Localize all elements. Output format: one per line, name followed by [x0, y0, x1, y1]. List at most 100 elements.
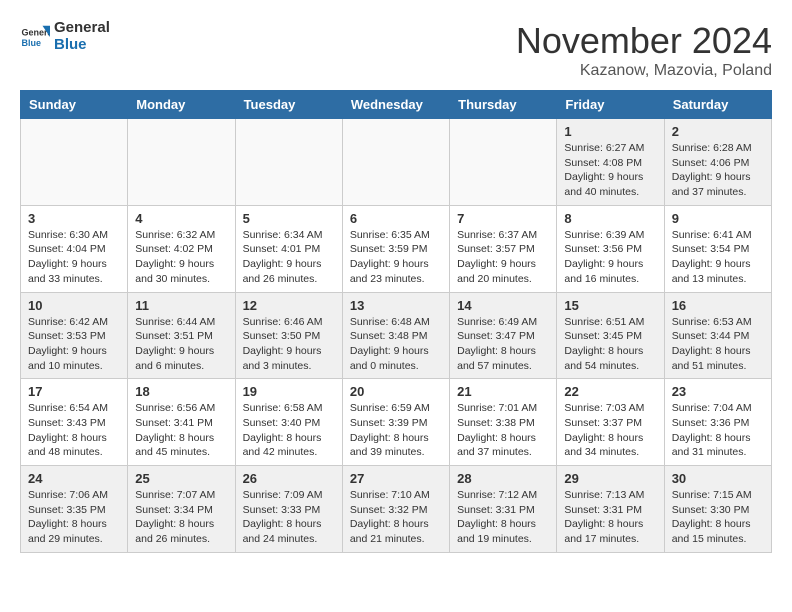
- calendar-cell: 20 Sunrise: 6:59 AM Sunset: 3:39 PM Dayli…: [342, 379, 449, 466]
- calendar-cell: 21 Sunrise: 7:01 AM Sunset: 3:38 PM Dayli…: [450, 379, 557, 466]
- calendar-cell: 22 Sunrise: 7:03 AM Sunset: 3:37 PM Dayli…: [557, 379, 664, 466]
- day-info: Sunrise: 6:49 AM Sunset: 3:47 PM Dayligh…: [457, 315, 549, 374]
- day-info: Sunrise: 6:39 AM Sunset: 3:56 PM Dayligh…: [564, 228, 656, 287]
- weekday-header: Tuesday: [235, 91, 342, 119]
- calendar-cell: 16 Sunrise: 6:53 AM Sunset: 3:44 PM Dayli…: [664, 292, 771, 379]
- calendar-cell: 11Sunrise: 6:44 AM Sunset: 3:51 PM Dayli…: [128, 292, 235, 379]
- day-info: Sunrise: 6:56 AM Sunset: 3:41 PM Dayligh…: [135, 401, 227, 460]
- day-number: 13: [350, 298, 442, 313]
- calendar-week-row: 24 Sunrise: 7:06 AM Sunset: 3:35 PM Dayli…: [21, 466, 772, 553]
- day-info: Sunrise: 6:27 AM Sunset: 4:08 PM Dayligh…: [564, 141, 656, 200]
- day-number: 9: [672, 211, 764, 226]
- calendar-week-row: 17Sunrise: 6:54 AM Sunset: 3:43 PM Dayli…: [21, 379, 772, 466]
- calendar-cell: 18 Sunrise: 6:56 AM Sunset: 3:41 PM Dayli…: [128, 379, 235, 466]
- day-number: 5: [243, 211, 335, 226]
- calendar-cell: [342, 119, 449, 206]
- day-number: 15: [564, 298, 656, 313]
- day-info: Sunrise: 7:15 AM Sunset: 3:30 PM Dayligh…: [672, 488, 764, 547]
- day-info: Sunrise: 6:42 AM Sunset: 3:53 PM Dayligh…: [28, 315, 120, 374]
- day-number: 2: [672, 124, 764, 139]
- title-block: November 2024 Kazanow, Mazovia, Poland: [516, 20, 772, 80]
- day-number: 23: [672, 384, 764, 399]
- weekday-header: Monday: [128, 91, 235, 119]
- day-number: 12: [243, 298, 335, 313]
- day-number: 16: [672, 298, 764, 313]
- day-number: 7: [457, 211, 549, 226]
- day-number: 19: [243, 384, 335, 399]
- day-info: Sunrise: 6:46 AM Sunset: 3:50 PM Dayligh…: [243, 315, 335, 374]
- calendar-cell: 30Sunrise: 7:15 AM Sunset: 3:30 PM Dayli…: [664, 466, 771, 553]
- page-header: General Blue General Blue November 2024 …: [20, 20, 772, 80]
- calendar-cell: 3 Sunrise: 6:30 AM Sunset: 4:04 PM Daylig…: [21, 205, 128, 292]
- day-number: 17: [28, 384, 120, 399]
- calendar-cell: 29 Sunrise: 7:13 AM Sunset: 3:31 PM Dayli…: [557, 466, 664, 553]
- calendar-cell: 27Sunrise: 7:10 AM Sunset: 3:32 PM Dayli…: [342, 466, 449, 553]
- day-info: Sunrise: 7:13 AM Sunset: 3:31 PM Dayligh…: [564, 488, 656, 547]
- day-info: Sunrise: 7:07 AM Sunset: 3:34 PM Dayligh…: [135, 488, 227, 547]
- calendar-cell: 12 Sunrise: 6:46 AM Sunset: 3:50 PM Dayli…: [235, 292, 342, 379]
- day-number: 20: [350, 384, 442, 399]
- day-info: Sunrise: 6:37 AM Sunset: 3:57 PM Dayligh…: [457, 228, 549, 287]
- day-info: Sunrise: 6:34 AM Sunset: 4:01 PM Dayligh…: [243, 228, 335, 287]
- day-info: Sunrise: 6:28 AM Sunset: 4:06 PM Dayligh…: [672, 141, 764, 200]
- calendar-cell: 9 Sunrise: 6:41 AM Sunset: 3:54 PM Daylig…: [664, 205, 771, 292]
- svg-text:Blue: Blue: [22, 38, 42, 48]
- calendar-cell: [450, 119, 557, 206]
- day-info: Sunrise: 6:59 AM Sunset: 3:39 PM Dayligh…: [350, 401, 442, 460]
- calendar-cell: 10Sunrise: 6:42 AM Sunset: 3:53 PM Dayli…: [21, 292, 128, 379]
- calendar-cell: [235, 119, 342, 206]
- logo: General Blue General Blue: [20, 20, 110, 53]
- day-number: 18: [135, 384, 227, 399]
- calendar-cell: 14 Sunrise: 6:49 AM Sunset: 3:47 PM Dayli…: [450, 292, 557, 379]
- logo-icon: General Blue: [20, 22, 50, 52]
- calendar-cell: 8 Sunrise: 6:39 AM Sunset: 3:56 PM Daylig…: [557, 205, 664, 292]
- day-info: Sunrise: 6:30 AM Sunset: 4:04 PM Dayligh…: [28, 228, 120, 287]
- calendar-cell: 1 Sunrise: 6:27 AM Sunset: 4:08 PM Daylig…: [557, 119, 664, 206]
- month-title: November 2024: [516, 20, 772, 62]
- calendar-cell: 26 Sunrise: 7:09 AM Sunset: 3:33 PM Dayli…: [235, 466, 342, 553]
- weekday-header: Sunday: [21, 91, 128, 119]
- day-info: Sunrise: 7:09 AM Sunset: 3:33 PM Dayligh…: [243, 488, 335, 547]
- calendar-cell: 24 Sunrise: 7:06 AM Sunset: 3:35 PM Dayli…: [21, 466, 128, 553]
- calendar-cell: 25 Sunrise: 7:07 AM Sunset: 3:34 PM Dayli…: [128, 466, 235, 553]
- day-number: 25: [135, 471, 227, 486]
- day-info: Sunrise: 6:58 AM Sunset: 3:40 PM Dayligh…: [243, 401, 335, 460]
- day-number: 14: [457, 298, 549, 313]
- calendar-week-row: 1 Sunrise: 6:27 AM Sunset: 4:08 PM Daylig…: [21, 119, 772, 206]
- day-number: 24: [28, 471, 120, 486]
- day-number: 28: [457, 471, 549, 486]
- day-info: Sunrise: 7:10 AM Sunset: 3:32 PM Dayligh…: [350, 488, 442, 547]
- day-number: 21: [457, 384, 549, 399]
- day-number: 3: [28, 211, 120, 226]
- weekday-header: Friday: [557, 91, 664, 119]
- location-subtitle: Kazanow, Mazovia, Poland: [516, 62, 772, 80]
- day-info: Sunrise: 6:41 AM Sunset: 3:54 PM Dayligh…: [672, 228, 764, 287]
- calendar-cell: [128, 119, 235, 206]
- day-info: Sunrise: 6:32 AM Sunset: 4:02 PM Dayligh…: [135, 228, 227, 287]
- day-number: 6: [350, 211, 442, 226]
- calendar-table: SundayMondayTuesdayWednesdayThursdayFrid…: [20, 90, 772, 553]
- day-number: 29: [564, 471, 656, 486]
- day-info: Sunrise: 7:03 AM Sunset: 3:37 PM Dayligh…: [564, 401, 656, 460]
- calendar-cell: 4 Sunrise: 6:32 AM Sunset: 4:02 PM Daylig…: [128, 205, 235, 292]
- day-number: 8: [564, 211, 656, 226]
- weekday-header: Wednesday: [342, 91, 449, 119]
- weekday-header: Thursday: [450, 91, 557, 119]
- day-number: 26: [243, 471, 335, 486]
- weekday-header-row: SundayMondayTuesdayWednesdayThursdayFrid…: [21, 91, 772, 119]
- calendar-cell: 15 Sunrise: 6:51 AM Sunset: 3:45 PM Dayli…: [557, 292, 664, 379]
- logo-general: General: [54, 20, 110, 37]
- day-number: 4: [135, 211, 227, 226]
- day-info: Sunrise: 7:01 AM Sunset: 3:38 PM Dayligh…: [457, 401, 549, 460]
- calendar-week-row: 10Sunrise: 6:42 AM Sunset: 3:53 PM Dayli…: [21, 292, 772, 379]
- calendar-cell: 28Sunrise: 7:12 AM Sunset: 3:31 PM Dayli…: [450, 466, 557, 553]
- day-info: Sunrise: 6:51 AM Sunset: 3:45 PM Dayligh…: [564, 315, 656, 374]
- calendar-cell: 7 Sunrise: 6:37 AM Sunset: 3:57 PM Daylig…: [450, 205, 557, 292]
- calendar-cell: 6Sunrise: 6:35 AM Sunset: 3:59 PM Daylig…: [342, 205, 449, 292]
- logo-blue: Blue: [54, 37, 110, 54]
- day-number: 22: [564, 384, 656, 399]
- calendar-cell: [21, 119, 128, 206]
- day-number: 1: [564, 124, 656, 139]
- day-info: Sunrise: 6:53 AM Sunset: 3:44 PM Dayligh…: [672, 315, 764, 374]
- day-info: Sunrise: 7:06 AM Sunset: 3:35 PM Dayligh…: [28, 488, 120, 547]
